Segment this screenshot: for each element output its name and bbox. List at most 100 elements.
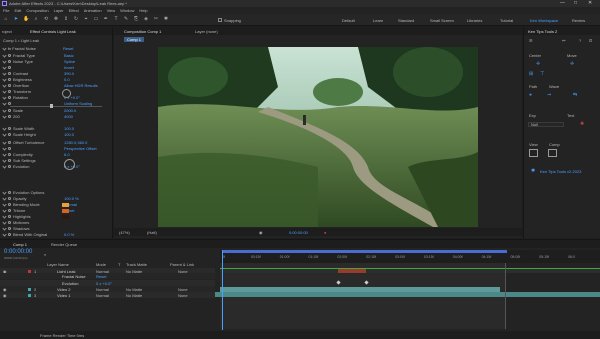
anchor-tool-icon[interactable]: ⌖ xyxy=(83,17,89,22)
stopwatch-icon[interactable] xyxy=(8,227,11,230)
property-value[interactable]: Allow HDR Results xyxy=(64,83,98,88)
workspace-standard[interactable]: Standard xyxy=(398,18,414,23)
selection-tool-icon[interactable]: ➤ xyxy=(13,17,19,22)
snapping-checkbox[interactable] xyxy=(218,18,222,22)
twirl-icon[interactable] xyxy=(2,95,6,99)
property-value[interactable]: Basic xyxy=(64,53,74,58)
eraser-tool-icon[interactable]: ◈ xyxy=(143,17,149,22)
twirl-icon[interactable] xyxy=(2,164,6,168)
stopwatch-icon[interactable] xyxy=(8,197,11,200)
help-icon[interactable]: ? xyxy=(579,38,581,43)
home-icon[interactable]: ⌂ xyxy=(3,17,9,22)
rotation-dial[interactable] xyxy=(62,89,71,98)
twirl-icon[interactable] xyxy=(2,101,6,105)
menu-effect[interactable]: Effect xyxy=(69,8,79,13)
panel-menu-icon[interactable]: ☰ xyxy=(529,38,533,43)
evolution-dial[interactable] xyxy=(64,159,75,170)
stopwatch-icon[interactable] xyxy=(8,127,11,130)
menu-layer[interactable]: Layer xyxy=(54,8,64,13)
tab-layer[interactable]: Layer (none) xyxy=(195,29,218,34)
minimize-button[interactable]: — xyxy=(560,0,565,6)
property-value[interactable]: 100.0 % xyxy=(64,196,79,201)
twirl-icon[interactable] xyxy=(2,214,6,218)
twirl-icon[interactable] xyxy=(2,190,6,194)
workspace-ken[interactable]: Ken Workspace xyxy=(530,18,558,23)
workspace-small-screen[interactable]: Small Screen xyxy=(430,18,454,23)
comp-icon[interactable] xyxy=(548,149,557,157)
settings-icon[interactable]: ⊡ xyxy=(589,38,592,43)
brush-tool-icon[interactable]: ✎ xyxy=(123,17,129,22)
highlights-swatch[interactable] xyxy=(62,203,69,207)
stopwatch-icon[interactable] xyxy=(8,54,11,57)
twirl-icon[interactable] xyxy=(2,114,6,118)
time-ruler[interactable]: 0f00:15f01:00f01:15f02:00f02:15f03:00f03… xyxy=(220,250,600,263)
stopwatch-icon[interactable] xyxy=(8,96,11,99)
twirl-icon[interactable] xyxy=(2,59,6,63)
work-area-bar[interactable] xyxy=(222,250,507,253)
property-value[interactable]: 1280.0,360.0 xyxy=(64,140,87,145)
track-light-leak-bar[interactable] xyxy=(220,268,600,269)
tab-comp-1[interactable]: Comp 1 xyxy=(13,242,27,247)
property-value[interactable]: Invert xyxy=(64,65,74,70)
twirl-icon[interactable] xyxy=(2,226,6,230)
effect-property-row[interactable]: 2004000 xyxy=(0,113,112,119)
move-center-icon[interactable]: ✛ xyxy=(570,61,574,67)
path-follow-icon[interactable]: ⇝ xyxy=(547,92,551,98)
property-value[interactable]: 2000.0 xyxy=(64,108,76,113)
property-value[interactable]: 0.0 % xyxy=(64,232,74,237)
label-color-swatch[interactable] xyxy=(28,275,31,278)
stopwatch-icon[interactable] xyxy=(8,159,11,162)
stopwatch-icon[interactable] xyxy=(8,115,11,118)
timeline-layer-row[interactable]: ◉3Video 1NormalNo MatteNone xyxy=(0,292,215,298)
effect-property-row[interactable]: Gaussian BlurReset xyxy=(0,237,112,238)
comp-flow-tab[interactable]: Comp 1 xyxy=(124,37,144,42)
layer-parent[interactable]: None xyxy=(178,293,188,298)
orbit-tool-icon[interactable]: ⟲ xyxy=(43,17,49,22)
property-value[interactable]: 100.0 xyxy=(64,126,74,131)
timeline-search-icon[interactable]: ⌕ xyxy=(44,252,46,257)
twirl-icon[interactable] xyxy=(2,140,6,144)
scale-slider-thumb[interactable] xyxy=(50,104,53,108)
effect-header-row[interactable]: fx Fractal Noise Reset xyxy=(0,45,112,51)
label-color-swatch[interactable] xyxy=(28,294,31,297)
menu-animation[interactable]: Animation xyxy=(84,8,102,13)
menu-window[interactable]: Window xyxy=(120,8,134,13)
close-button[interactable]: ✕ xyxy=(588,0,592,6)
property-value[interactable]: 100.0 xyxy=(64,132,74,137)
stopwatch-icon[interactable] xyxy=(8,209,11,212)
property-value[interactable]: Uniform Scaling xyxy=(64,101,92,106)
twirl-icon[interactable] xyxy=(2,89,6,93)
stopwatch-icon[interactable] xyxy=(8,221,11,224)
property-value[interactable]: 6.0 xyxy=(64,152,70,157)
video-frame[interactable] xyxy=(158,47,478,227)
align-top-icon[interactable]: ⊤ xyxy=(540,71,544,77)
link-icon[interactable]: ⚯ xyxy=(562,38,565,43)
property-value[interactable]: 4000 xyxy=(64,114,73,119)
ken-tools-title[interactable]: Ken Tips Tools 2 xyxy=(528,29,557,34)
puppet-tool-icon[interactable]: ✱ xyxy=(163,17,169,22)
roto-tool-icon[interactable]: ✂ xyxy=(153,17,159,22)
twirl-icon[interactable] xyxy=(2,220,6,224)
workspace-learn[interactable]: Learn xyxy=(373,18,383,23)
property-value[interactable]: Spline xyxy=(64,59,75,64)
stopwatch-icon[interactable] xyxy=(8,133,11,136)
stopwatch-icon[interactable] xyxy=(8,147,11,150)
rotate-tool-icon[interactable]: ↻ xyxy=(73,17,79,22)
twirl-icon[interactable] xyxy=(2,132,6,136)
twirl-icon[interactable] xyxy=(2,152,6,156)
twirl-icon[interactable] xyxy=(2,196,6,200)
effect-property-row[interactable]: Evolution0 x +0.0° xyxy=(0,163,112,169)
stopwatch-icon[interactable] xyxy=(8,203,11,206)
center-anchor-icon[interactable]: ✛ xyxy=(536,61,540,67)
stopwatch-icon[interactable] xyxy=(8,233,11,236)
property-value[interactable]: Reset xyxy=(64,238,74,239)
stopwatch-icon[interactable] xyxy=(8,72,11,75)
twirl-icon[interactable] xyxy=(2,232,6,236)
stopwatch-icon[interactable] xyxy=(8,215,11,218)
tab-render-queue[interactable]: Render Queue xyxy=(51,242,77,247)
rectangle-tool-icon[interactable]: ▭ xyxy=(93,17,99,22)
shadows-swatch[interactable] xyxy=(62,215,69,219)
snapshot-icon[interactable]: ◉ xyxy=(259,230,263,235)
stopwatch-icon[interactable] xyxy=(8,165,11,168)
effect-reset-link[interactable]: Reset xyxy=(63,46,73,51)
